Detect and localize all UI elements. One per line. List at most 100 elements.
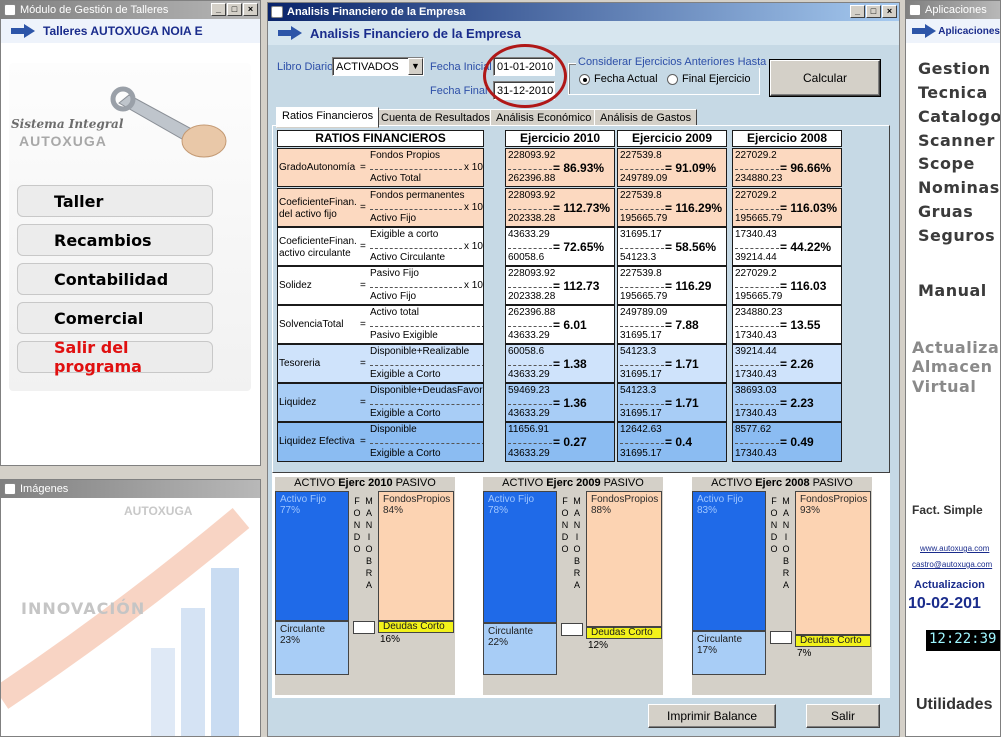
close-icon[interactable]: × — [243, 3, 258, 16]
left-header-text: Talleres AUTOXUGA NOIA E — [43, 24, 203, 38]
images-title: Imágenes — [20, 483, 69, 495]
fondos-propios-label: FondosPropios — [383, 494, 451, 505]
balance-header: ACTIVO Ejerc 2008 PASIVO — [692, 477, 872, 489]
right-header-text: Aplicaciones — [938, 25, 1000, 37]
app-icon — [4, 483, 16, 495]
balance-header: ACTIVO Ejerc 2009 PASIVO — [483, 477, 663, 489]
menu-recambios-button[interactable]: Recambios — [17, 224, 213, 256]
right-titlebar[interactable]: Aplicaciones — [906, 1, 1000, 19]
balance-year: Ejerc 2010 — [338, 477, 393, 489]
images-brand: AUTOXUGA — [124, 504, 193, 518]
circulante-pct: 22% — [488, 636, 509, 648]
app-icon — [909, 4, 921, 16]
link-almacen[interactable]: Almacen — [912, 357, 993, 376]
balance-activo-label: ACTIVO — [711, 477, 756, 489]
activo-fijo-label: Activo Fijo — [697, 494, 744, 505]
fondo-vertical-text: FONDO — [770, 496, 778, 554]
balance-header: ACTIVO Ejerc 2010 PASIVO — [275, 477, 455, 489]
images-slogan: INNOVACIÓN — [21, 599, 146, 618]
link-tecnica[interactable]: Tecnica — [918, 83, 988, 102]
fondo-maniobra-box — [770, 631, 792, 645]
activo-fijo-pct: 78% — [488, 505, 509, 516]
maniobra-vertical-text: MANIOBRA — [782, 496, 790, 590]
right-window: Aplicaciones Aplicaciones Gestion Tecnic… — [905, 0, 1001, 737]
images-window: Imágenes AUTOXUGA INNOVACIÓN — [0, 479, 261, 737]
balance-chart-1: ACTIVO Ejerc 2010 PASIVO Activo Fijo 77% Ci… — [275, 477, 455, 695]
tab-ratios[interactable]: Ratios Financieros — [276, 107, 380, 128]
fondo-vertical-text: FONDO — [353, 496, 361, 554]
link-scanner[interactable]: Scanner — [918, 131, 995, 150]
main-window: Analisis Financiero de la Empresa _ □ × An… — [267, 2, 900, 737]
right-header: Aplicaciones — [906, 19, 1000, 43]
circulante-bar: Circulante 22% — [483, 622, 557, 675]
fondo-maniobra-box — [353, 621, 375, 634]
link-virtual[interactable]: Virtual — [912, 377, 976, 396]
fondo-vertical-text: FONDO — [561, 496, 569, 554]
update-date: 10-02-201 — [908, 595, 981, 612]
activo-fijo-bar: Activo Fijo 77% — [275, 491, 349, 621]
fondos-propios-label: FondosPropios — [591, 494, 659, 505]
link-catalogo[interactable]: Catalogo — [918, 107, 1000, 126]
logo-area: Sistema Integral AUTOXUGA — [9, 75, 229, 165]
activo-fijo-label: Activo Fijo — [280, 494, 327, 505]
fondos-propios-pct: 84% — [383, 505, 404, 516]
fondos-propios-label: FondosPropios — [800, 494, 868, 505]
clock-display: 12:22:39 — [926, 630, 1000, 651]
imprimir-balance-button[interactable]: Imprimir Balance — [648, 704, 776, 728]
link-gestion[interactable]: Gestion — [918, 59, 991, 78]
circulante-bar: Circulante 17% — [692, 631, 766, 675]
link-nominas[interactable]: Nominas — [918, 178, 1000, 197]
link-scope[interactable]: Scope — [918, 154, 975, 173]
circulante-pct: 23% — [280, 635, 301, 646]
logo-line2: AUTOXUGA — [19, 133, 107, 149]
deudas-corto-pct: 12% — [588, 640, 609, 652]
link-seguros[interactable]: Seguros — [918, 226, 995, 245]
balance-pasivo-label: PASIVO — [600, 477, 644, 489]
link-web[interactable]: www.autoxuga.com — [920, 544, 989, 553]
update-label: Actualizacion — [914, 579, 985, 591]
fondos-propios-bar: FondosPropios 88% — [586, 491, 662, 628]
fondos-propios-bar: FondosPropios 93% — [795, 491, 871, 635]
link-fact-simple[interactable]: Fact. Simple — [912, 503, 983, 517]
images-titlebar[interactable]: Imágenes — [1, 480, 260, 498]
deudas-corto-label: Deudas Corto — [383, 621, 445, 632]
link-manual[interactable]: Manual — [918, 281, 987, 300]
deudas-corto-bar: Deudas Corto — [586, 627, 662, 640]
menu-comercial-button[interactable]: Comercial — [17, 302, 213, 334]
menu-salir-button[interactable]: Salir del programa — [17, 338, 213, 376]
salir-button[interactable]: Salir — [806, 704, 880, 728]
balance-activo-label: ACTIVO — [502, 477, 547, 489]
link-actualizar[interactable]: Actualizar — [912, 338, 1000, 357]
menu-contabilidad-button[interactable]: Contabilidad — [17, 263, 213, 295]
fondos-propios-pct: 93% — [800, 505, 821, 516]
balance-pasivo-label: PASIVO — [392, 477, 436, 489]
balance-year: Ejerc 2008 — [755, 477, 810, 489]
menu-taller-button[interactable]: Taller — [17, 185, 213, 217]
circulante-label: Circulante — [697, 634, 743, 646]
link-email[interactable]: castro@autoxuga.com — [912, 560, 992, 569]
maniobra-vertical-text: MANIOBRA — [365, 496, 373, 590]
activo-fijo-pct: 77% — [280, 505, 301, 516]
left-window: Módulo de Gestión de Talleres _ □ × Taller… — [0, 0, 261, 466]
logo-line1: Sistema Integral — [11, 117, 124, 131]
left-titlebar[interactable]: Módulo de Gestión de Talleres _ □ × — [1, 1, 260, 19]
link-gruas[interactable]: Gruas — [918, 202, 973, 221]
balance-activo-label: ACTIVO — [294, 477, 339, 489]
arrow-icon — [912, 24, 937, 38]
minimize-icon[interactable]: _ — [211, 3, 226, 16]
link-utilidades[interactable]: Utilidades — [916, 696, 992, 714]
maniobra-vertical-text: MANIOBRA — [573, 496, 581, 590]
activo-fijo-bar: Activo Fijo 78% — [483, 491, 557, 623]
fondo-maniobra-box — [561, 622, 583, 636]
fondos-propios-bar: FondosPropios 84% — [378, 491, 454, 621]
deudas-corto-label: Deudas Corto — [591, 627, 653, 639]
deudas-corto-bar: Deudas Corto — [378, 621, 454, 633]
fondos-propios-pct: 88% — [591, 505, 612, 516]
left-header: Talleres AUTOXUGA NOIA E — [1, 19, 260, 43]
app-icon — [4, 4, 16, 16]
maximize-icon[interactable]: □ — [227, 3, 242, 16]
circulante-label: Circulante — [488, 625, 534, 637]
arrow-icon — [11, 24, 35, 38]
deudas-corto-pct: 16% — [380, 634, 401, 645]
circulante-bar: Circulante 23% — [275, 621, 349, 675]
